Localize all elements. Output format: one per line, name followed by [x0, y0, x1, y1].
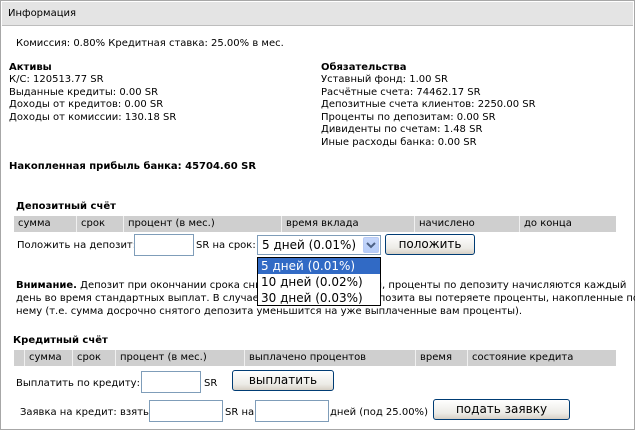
rates-text: Комиссия: 0.80% Кредитная ставка: 25.00%…	[16, 38, 284, 49]
column-header: начислено	[414, 216, 475, 232]
column-header: процент (в мес.)	[123, 216, 215, 232]
assets-title: Активы	[9, 62, 52, 73]
credit-table-header: сумма срок процент (в мес.) выплачено пр…	[14, 350, 616, 366]
deposit-submit-button[interactable]: положить	[385, 234, 475, 255]
panel-title: Информация	[8, 8, 77, 19]
deposit-term-selected: 5 дней (0.01%)	[262, 238, 357, 252]
column-header: время вклада	[281, 216, 359, 232]
deposit-amount-input[interactable]	[134, 234, 194, 256]
liabilities-item: Проценты по депозитам: 0.00 SR	[321, 111, 496, 123]
deposit-put-label: Положить на депозит:	[17, 240, 137, 251]
liabilities-item: Дивиденты по счетам: 1.48 SR	[321, 124, 483, 135]
bank-info-panel: Информация Комиссия: 0.80% Кредитная ста…	[0, 0, 635, 430]
column-spacer	[14, 350, 24, 366]
credit-pay-unit: SR	[204, 378, 218, 389]
term-option[interactable]: 5 дней (0.01%)	[258, 258, 380, 274]
column-header: сумма	[24, 350, 62, 366]
column-header: срок	[72, 350, 101, 366]
deposit-table-header: сумма срок процент (в мес.) время вклада…	[14, 216, 616, 232]
column-header: процент (в мес.)	[115, 350, 207, 366]
warning-bold: Внимание.	[16, 280, 77, 291]
liabilities-item: Уставный фонд: 1.00 SR	[321, 74, 448, 85]
liabilities-item: Депозитные счета клиентов: 2250.00 SR	[321, 99, 536, 110]
term-option[interactable]: 30 дней (0.03%)	[258, 290, 380, 306]
column-header: время	[415, 350, 452, 366]
accumulated-profit: Накопленная прибыль банка: 45704.60 SR	[9, 161, 257, 172]
liabilities-list: Уставный фонд: 1.00 SR Расчётные счета: …	[321, 74, 536, 149]
liabilities-item: Иные расходы банка: 0.00 SR	[321, 136, 477, 148]
deposit-term-select[interactable]: 5 дней (0.01%)	[257, 235, 381, 255]
column-header: выплачено процентов	[244, 350, 366, 366]
credit-pay-label: Выплатить по кредиту:	[16, 378, 140, 389]
warning-line: нему (т.е. сумма досрочно снятого депози…	[16, 306, 523, 317]
assets-item: Выданные кредиты: 0.00 SR	[9, 86, 159, 98]
deposit-title: Депозитный счёт	[16, 201, 116, 212]
chevron-down-icon[interactable]	[363, 237, 379, 253]
credit-pay-input[interactable]	[141, 371, 201, 393]
assets-item: К/С: 120513.77 SR	[9, 74, 104, 85]
credit-request-label: Заявка на кредит: взять	[20, 407, 149, 418]
column-header: срок	[76, 216, 105, 232]
credit-request-mid: SR на	[225, 407, 255, 418]
liabilities-title: Обязательства	[321, 62, 407, 73]
column-header: до конца	[519, 216, 572, 232]
deposit-term-dropdown[interactable]: 5 дней (0.01%) 10 дней (0.02%) 30 дней (…	[257, 257, 381, 306]
assets-item: Доходы от комиссии: 130.18 SR	[9, 111, 177, 123]
credit-title: Кредитный счёт	[13, 335, 108, 346]
assets-list: К/С: 120513.77 SR Выданные кредиты: 0.00…	[9, 74, 176, 124]
term-option[interactable]: 10 дней (0.02%)	[258, 274, 380, 290]
assets-item: Доходы от кредитов: 0.00 SR	[9, 99, 164, 110]
credit-request-suffix: дней (под 25.00%)	[330, 407, 428, 418]
credit-pay-button[interactable]: выплатить	[232, 370, 334, 391]
credit-days-input[interactable]	[255, 400, 329, 422]
liabilities-item: Расчётные счета: 74462.17 SR	[321, 86, 481, 98]
column-header: сумма	[18, 218, 51, 229]
credit-request-button[interactable]: подать заявку	[433, 399, 570, 420]
deposit-term-label: SR на срок:	[196, 240, 256, 251]
credit-amount-input[interactable]	[149, 400, 223, 422]
column-header: состояние кредита	[467, 350, 573, 366]
panel-header: Информация	[2, 2, 633, 26]
